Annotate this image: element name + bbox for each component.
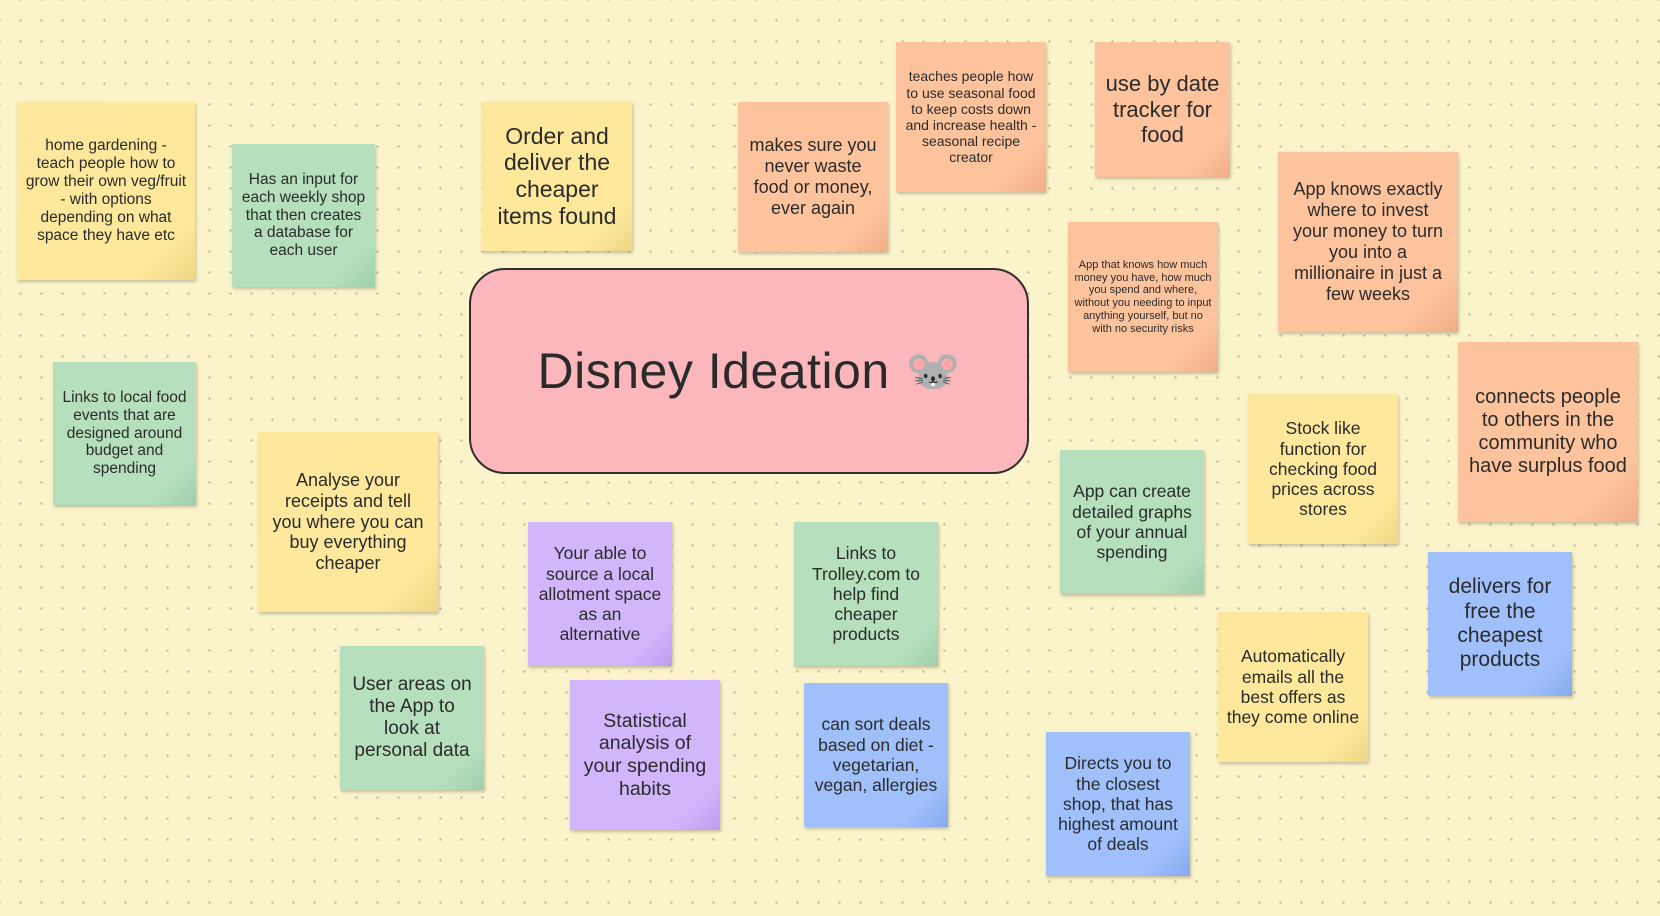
sticky-note-text: Directs you to the closest shop, that ha… [1058, 753, 1178, 855]
sticky-note-email-offers[interactable]: Automatically emails all the best offers… [1218, 612, 1368, 762]
sticky-note-text: User areas on the App to look at persona… [352, 673, 472, 762]
sticky-note-local-food-events[interactable]: Links to local food events that are desi… [53, 362, 196, 505]
sticky-note-analyse-receipts[interactable]: Analyse your receipts and tell you where… [258, 432, 438, 612]
sticky-note-stock-prices[interactable]: Stock like function for checking food pr… [1248, 394, 1398, 544]
sticky-note-text: delivers for free the cheapest products [1448, 575, 1552, 672]
sticky-note-trolley-link[interactable]: Links to Trolley.com to help find cheape… [794, 522, 938, 666]
sticky-note-text: connects people to others in the communi… [1469, 385, 1627, 478]
sticky-note-statistical-analysis[interactable]: Statistical analysis of your spending ha… [570, 680, 720, 830]
sticky-note-text: Order and deliver the cheaper items foun… [497, 122, 617, 229]
sticky-note-order-deliver[interactable]: Order and deliver the cheaper items foun… [482, 101, 632, 251]
sticky-note-text: Your able to source a local allotment sp… [538, 543, 662, 645]
board-title: Disney Ideation [537, 343, 890, 399]
sticky-note-closest-shop[interactable]: Directs you to the closest shop, that ha… [1046, 732, 1190, 876]
sticky-note-text: can sort deals based on diet - vegetaria… [814, 714, 938, 796]
sticky-note-text: Statistical analysis of your spending ha… [583, 709, 707, 800]
sticky-note-text: Analyse your receipts and tell you where… [272, 469, 424, 574]
sticky-note-text: Stock like function for checking food pr… [1269, 418, 1377, 520]
sticky-note-text: Links to local food events that are desi… [62, 388, 187, 478]
sticky-note-text: use by date tracker for food [1105, 71, 1220, 148]
sticky-note-text: Has an input for each weekly shop that t… [241, 170, 366, 260]
sticky-note-allotment-space[interactable]: Your able to source a local allotment sp… [528, 522, 672, 666]
sticky-note-text: Links to Trolley.com to help find cheape… [812, 543, 920, 645]
whiteboard-canvas[interactable]: Disney Ideation 🐭 home gardening - teach… [0, 0, 1660, 916]
sticky-note-text: makes sure you never waste food or money… [749, 135, 877, 218]
sticky-note-never-waste[interactable]: makes sure you never waste food or money… [738, 102, 888, 252]
sticky-note-text: home gardening - teach people how to gro… [25, 137, 187, 244]
sticky-note-text: App can create detailed graphs of your a… [1072, 481, 1192, 563]
sticky-note-seasonal-food[interactable]: teaches people how to use seasonal food … [896, 42, 1046, 192]
sticky-note-free-delivery[interactable]: delivers for free the cheapest products [1428, 552, 1572, 696]
central-topic-card[interactable]: Disney Ideation 🐭 [469, 268, 1029, 474]
sticky-note-text: Automatically emails all the best offers… [1226, 646, 1360, 728]
sticky-note-use-by-date[interactable]: use by date tracker for food [1095, 42, 1230, 177]
sticky-note-diet-deals[interactable]: can sort deals based on diet - vegetaria… [804, 683, 948, 827]
sticky-note-invest-money[interactable]: App knows exactly where to invest your m… [1278, 152, 1458, 332]
mouse-emoji-icon: 🐭 [905, 347, 961, 396]
sticky-note-home-gardening[interactable]: home gardening - teach people how to gro… [17, 102, 195, 280]
sticky-note-text: App knows exactly where to invest your m… [1292, 179, 1444, 304]
sticky-note-surplus-food[interactable]: connects people to others in the communi… [1458, 342, 1638, 522]
sticky-note-spending-graphs[interactable]: App can create detailed graphs of your a… [1060, 450, 1204, 594]
sticky-note-text: teaches people how to use seasonal food … [905, 68, 1037, 166]
sticky-note-weekly-shop-input[interactable]: Has an input for each weekly shop that t… [232, 144, 375, 287]
sticky-note-money-tracking[interactable]: App that knows how much money you have, … [1068, 222, 1218, 372]
sticky-note-user-areas[interactable]: User areas on the App to look at persona… [340, 646, 484, 790]
sticky-note-text: App that knows how much money you have, … [1074, 258, 1212, 335]
